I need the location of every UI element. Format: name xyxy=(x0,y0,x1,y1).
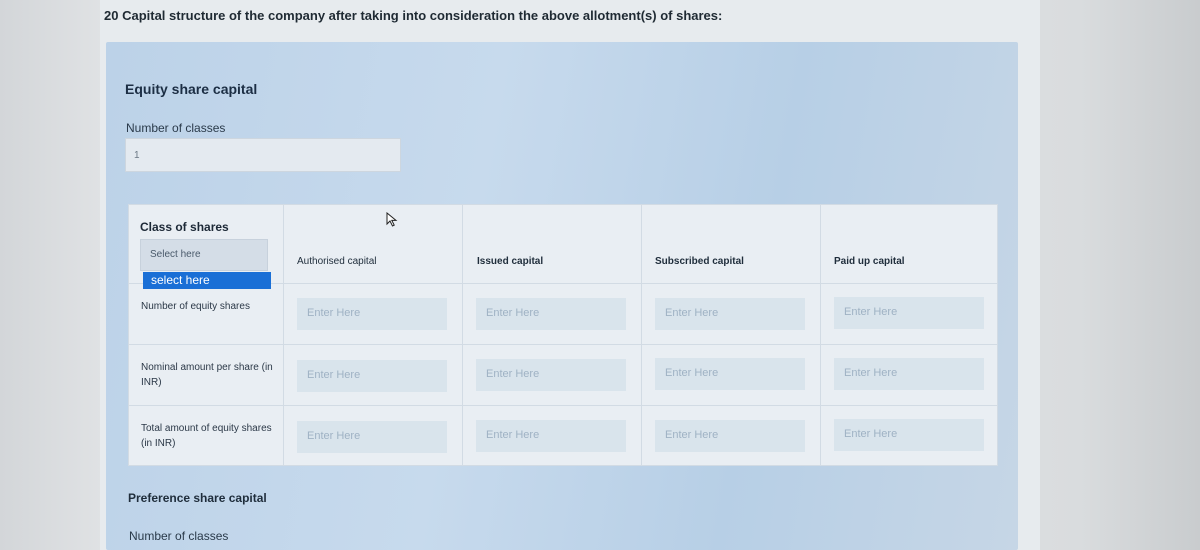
page: 20 Capital structure of the company afte… xyxy=(0,0,1200,550)
class-select[interactable]: Select here xyxy=(140,239,268,271)
row-label-nominal-amount: Nominal amount per share (in INR) xyxy=(141,362,273,388)
column-issued: Issued capital xyxy=(477,256,544,267)
class-of-shares-label: Class of shares xyxy=(140,220,229,234)
authorised-nominal-input[interactable]: Enter Here xyxy=(297,360,447,392)
row-label-number-of-shares: Number of equity shares xyxy=(141,301,250,312)
table-divider xyxy=(128,405,998,406)
subscribed-nominal-input[interactable]: Enter Here xyxy=(655,358,805,390)
column-subscribed: Subscribed capital xyxy=(655,256,744,267)
section-heading: 20 Capital structure of the company afte… xyxy=(104,8,723,23)
issued-number-input[interactable]: Enter Here xyxy=(476,298,626,330)
preference-title: Preference share capital xyxy=(128,491,267,505)
table-divider xyxy=(641,204,642,466)
column-paid-up: Paid up capital xyxy=(834,256,905,267)
subscribed-total-input[interactable]: Enter Here xyxy=(655,420,805,452)
subscribed-number-input[interactable]: Enter Here xyxy=(655,298,805,330)
table-divider xyxy=(820,204,821,466)
class-select-option[interactable]: select here xyxy=(143,272,271,289)
equity-classes-label: Number of classes xyxy=(126,121,226,135)
issued-nominal-input[interactable]: Enter Here xyxy=(476,359,626,391)
mouse-pointer-icon xyxy=(386,212,398,227)
paid-up-nominal-input[interactable]: Enter Here xyxy=(834,358,984,390)
table-divider xyxy=(283,204,284,466)
equity-title: Equity share capital xyxy=(125,81,258,97)
authorised-total-input[interactable]: Enter Here xyxy=(297,421,447,453)
issued-total-input[interactable]: Enter Here xyxy=(476,420,626,452)
paid-up-total-input[interactable]: Enter Here xyxy=(834,419,984,451)
table-divider xyxy=(128,344,998,345)
preference-classes-label: Number of classes xyxy=(129,529,229,543)
table-divider xyxy=(462,204,463,466)
row-label-total-amount: Total amount of equity shares (in INR) xyxy=(141,423,272,449)
authorised-number-input[interactable]: Enter Here xyxy=(297,298,447,330)
equity-classes-input[interactable]: 1 xyxy=(125,138,401,172)
paid-up-number-input[interactable]: Enter Here xyxy=(834,297,984,329)
column-authorised: Authorised capital xyxy=(297,256,377,267)
